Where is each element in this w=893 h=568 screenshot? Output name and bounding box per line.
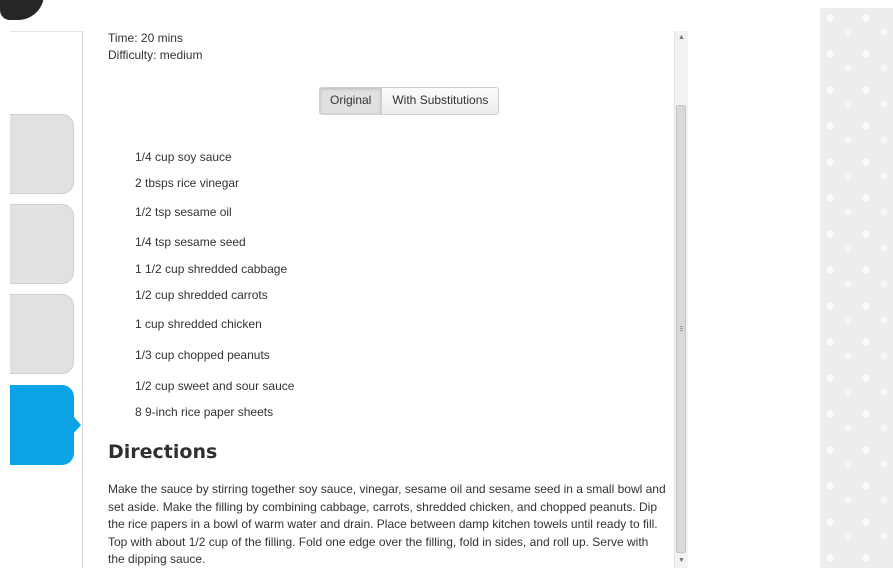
active-tab-pointer-icon bbox=[73, 416, 81, 434]
ingredient-item: 1/2 cup sweet and sour sauce bbox=[135, 379, 295, 393]
scroll-thumb[interactable] bbox=[676, 105, 686, 553]
ingredient-item: 1/4 cup soy sauce bbox=[135, 150, 232, 164]
original-button[interactable]: Original bbox=[320, 88, 382, 114]
ingredient-item: 1/4 tsp sesame seed bbox=[135, 235, 246, 249]
nav-tab-2[interactable] bbox=[10, 204, 74, 284]
recipe-time: Time: 20 mins bbox=[108, 31, 183, 45]
with-substitutions-button[interactable]: With Substitutions bbox=[382, 88, 499, 114]
divider bbox=[10, 31, 82, 32]
directions-text: Make the sauce by stirring together soy … bbox=[108, 482, 666, 566]
recipe-panel: Time: 20 mins Difficulty: medium Origina… bbox=[82, 31, 688, 568]
scroll-grip-icon bbox=[680, 328, 683, 329]
ingredient-item: 1 1/2 cup shredded cabbage bbox=[135, 262, 288, 276]
ingredient-item: 1/2 cup shredded carrots bbox=[135, 288, 268, 302]
directions-heading: Directions bbox=[108, 441, 218, 463]
ingredient-item: 1/2 tsp sesame oil bbox=[135, 205, 232, 219]
ingredient-item: 1 cup shredded chicken bbox=[135, 317, 262, 331]
app-window: Time: 20 mins Difficulty: medium Origina… bbox=[0, 0, 893, 568]
nav-tab-1[interactable] bbox=[10, 114, 74, 194]
recipe-difficulty: Difficulty: medium bbox=[108, 48, 203, 62]
ingredient-item: 2 tbsps rice vinegar bbox=[135, 176, 240, 190]
nav-tab-3[interactable] bbox=[10, 294, 74, 374]
scroll-up-arrow-icon[interactable]: ▲ bbox=[675, 31, 688, 45]
vertical-scrollbar[interactable]: ▲ ▼ bbox=[674, 31, 688, 568]
version-toggle: Original With Substitutions bbox=[319, 87, 500, 115]
ingredient-item: 1/3 cup chopped peanuts bbox=[135, 348, 270, 362]
decorative-background bbox=[820, 8, 893, 568]
scroll-down-arrow-icon[interactable]: ▼ bbox=[675, 554, 688, 568]
scroll-grip-icon bbox=[680, 326, 683, 327]
nav-tab-4-active[interactable] bbox=[10, 385, 81, 465]
ingredient-item: 8 9-inch rice paper sheets bbox=[135, 405, 274, 419]
scroll-grip-icon bbox=[680, 330, 683, 331]
logo bbox=[0, 0, 44, 20]
